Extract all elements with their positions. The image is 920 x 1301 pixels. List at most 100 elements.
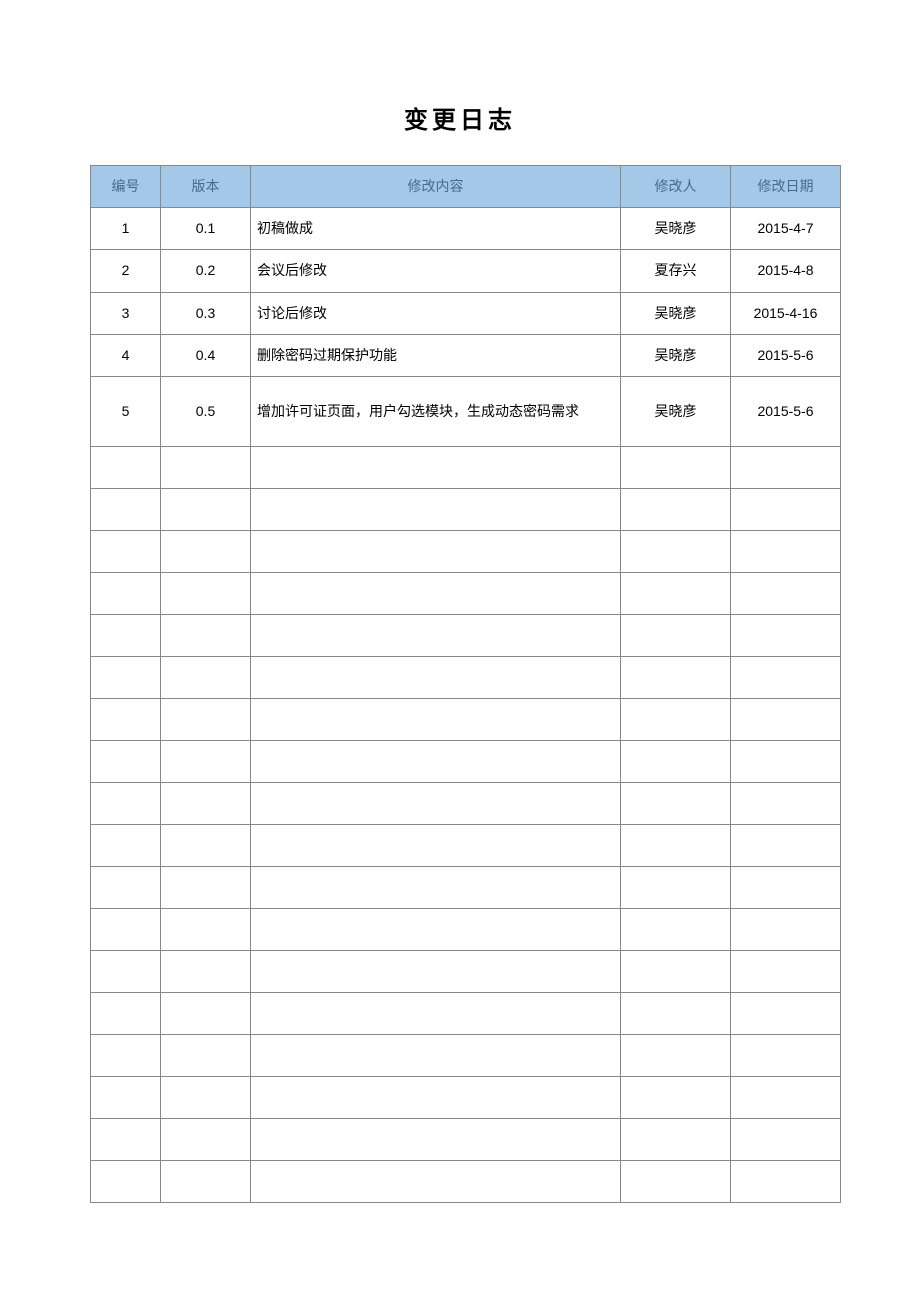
cell-empty xyxy=(161,740,251,782)
cell-content: 讨论后修改 xyxy=(251,292,621,334)
cell-empty xyxy=(251,488,621,530)
cell-date: 2015-4-7 xyxy=(731,208,841,250)
cell-empty xyxy=(251,992,621,1034)
cell-empty xyxy=(91,908,161,950)
cell-empty xyxy=(91,446,161,488)
cell-num: 1 xyxy=(91,208,161,250)
cell-content: 会议后修改 xyxy=(251,250,621,292)
cell-empty xyxy=(621,698,731,740)
cell-empty xyxy=(251,446,621,488)
cell-empty xyxy=(731,1034,841,1076)
cell-empty xyxy=(91,866,161,908)
cell-empty xyxy=(731,740,841,782)
cell-empty xyxy=(161,782,251,824)
cell-empty xyxy=(731,992,841,1034)
cell-empty xyxy=(731,656,841,698)
table-row-empty xyxy=(91,1160,841,1202)
cell-empty xyxy=(91,488,161,530)
table-row-empty xyxy=(91,740,841,782)
table-row-empty xyxy=(91,950,841,992)
cell-version: 0.2 xyxy=(161,250,251,292)
cell-empty xyxy=(161,446,251,488)
cell-num: 5 xyxy=(91,376,161,446)
table-row-empty xyxy=(91,1034,841,1076)
cell-empty xyxy=(161,866,251,908)
cell-empty xyxy=(621,866,731,908)
cell-empty xyxy=(621,572,731,614)
cell-empty xyxy=(161,488,251,530)
cell-empty xyxy=(251,656,621,698)
cell-empty xyxy=(251,866,621,908)
cell-empty xyxy=(731,782,841,824)
table-row-empty xyxy=(91,698,841,740)
cell-empty xyxy=(161,1034,251,1076)
cell-version: 0.5 xyxy=(161,376,251,446)
cell-empty xyxy=(161,1160,251,1202)
cell-empty xyxy=(621,824,731,866)
cell-num: 4 xyxy=(91,334,161,376)
cell-empty xyxy=(731,950,841,992)
cell-empty xyxy=(251,1034,621,1076)
table-row: 10.1初稿做成吴晓彦2015-4-7 xyxy=(91,208,841,250)
cell-content: 删除密码过期保护功能 xyxy=(251,334,621,376)
cell-empty xyxy=(251,740,621,782)
cell-empty xyxy=(91,530,161,572)
cell-empty xyxy=(731,908,841,950)
cell-date: 2015-4-8 xyxy=(731,250,841,292)
cell-empty xyxy=(731,572,841,614)
cell-num: 2 xyxy=(91,250,161,292)
cell-date: 2015-5-6 xyxy=(731,334,841,376)
cell-empty xyxy=(731,824,841,866)
cell-empty xyxy=(731,1160,841,1202)
cell-empty xyxy=(161,614,251,656)
table-row-empty xyxy=(91,488,841,530)
cell-empty xyxy=(91,950,161,992)
table-row: 40.4删除密码过期保护功能吴晓彦2015-5-6 xyxy=(91,334,841,376)
cell-empty xyxy=(161,908,251,950)
cell-empty xyxy=(161,572,251,614)
cell-empty xyxy=(621,656,731,698)
table-row: 30.3讨论后修改吴晓彦2015-4-16 xyxy=(91,292,841,334)
table-row-empty xyxy=(91,782,841,824)
header-author: 修改人 xyxy=(621,166,731,208)
cell-content: 增加许可证页面，用户勾选模块，生成动态密码需求 xyxy=(251,376,621,446)
cell-empty xyxy=(161,1076,251,1118)
cell-empty xyxy=(621,530,731,572)
cell-author: 吴晓彦 xyxy=(621,376,731,446)
cell-num: 3 xyxy=(91,292,161,334)
cell-empty xyxy=(91,572,161,614)
cell-empty xyxy=(621,446,731,488)
cell-empty xyxy=(731,866,841,908)
cell-author: 夏存兴 xyxy=(621,250,731,292)
cell-empty xyxy=(91,1076,161,1118)
table-header-row: 编号 版本 修改内容 修改人 修改日期 xyxy=(91,166,841,208)
cell-empty xyxy=(251,530,621,572)
cell-empty xyxy=(91,656,161,698)
cell-empty xyxy=(731,446,841,488)
cell-empty xyxy=(251,1076,621,1118)
cell-empty xyxy=(161,824,251,866)
changelog-table: 编号 版本 修改内容 修改人 修改日期 10.1初稿做成吴晓彦2015-4-72… xyxy=(90,165,841,1203)
header-date: 修改日期 xyxy=(731,166,841,208)
cell-empty xyxy=(161,992,251,1034)
cell-author: 吴晓彦 xyxy=(621,334,731,376)
cell-author: 吴晓彦 xyxy=(621,208,731,250)
cell-empty xyxy=(91,992,161,1034)
cell-date: 2015-5-6 xyxy=(731,376,841,446)
cell-empty xyxy=(621,908,731,950)
table-row-empty xyxy=(91,1076,841,1118)
cell-empty xyxy=(91,614,161,656)
cell-empty xyxy=(91,782,161,824)
cell-empty xyxy=(621,1160,731,1202)
header-content: 修改内容 xyxy=(251,166,621,208)
header-num: 编号 xyxy=(91,166,161,208)
cell-empty xyxy=(91,1118,161,1160)
cell-empty xyxy=(91,824,161,866)
cell-empty xyxy=(251,1160,621,1202)
cell-version: 0.1 xyxy=(161,208,251,250)
cell-empty xyxy=(161,950,251,992)
table-row: 20.2会议后修改夏存兴2015-4-8 xyxy=(91,250,841,292)
cell-empty xyxy=(251,782,621,824)
table-row-empty xyxy=(91,656,841,698)
table-row-empty xyxy=(91,866,841,908)
